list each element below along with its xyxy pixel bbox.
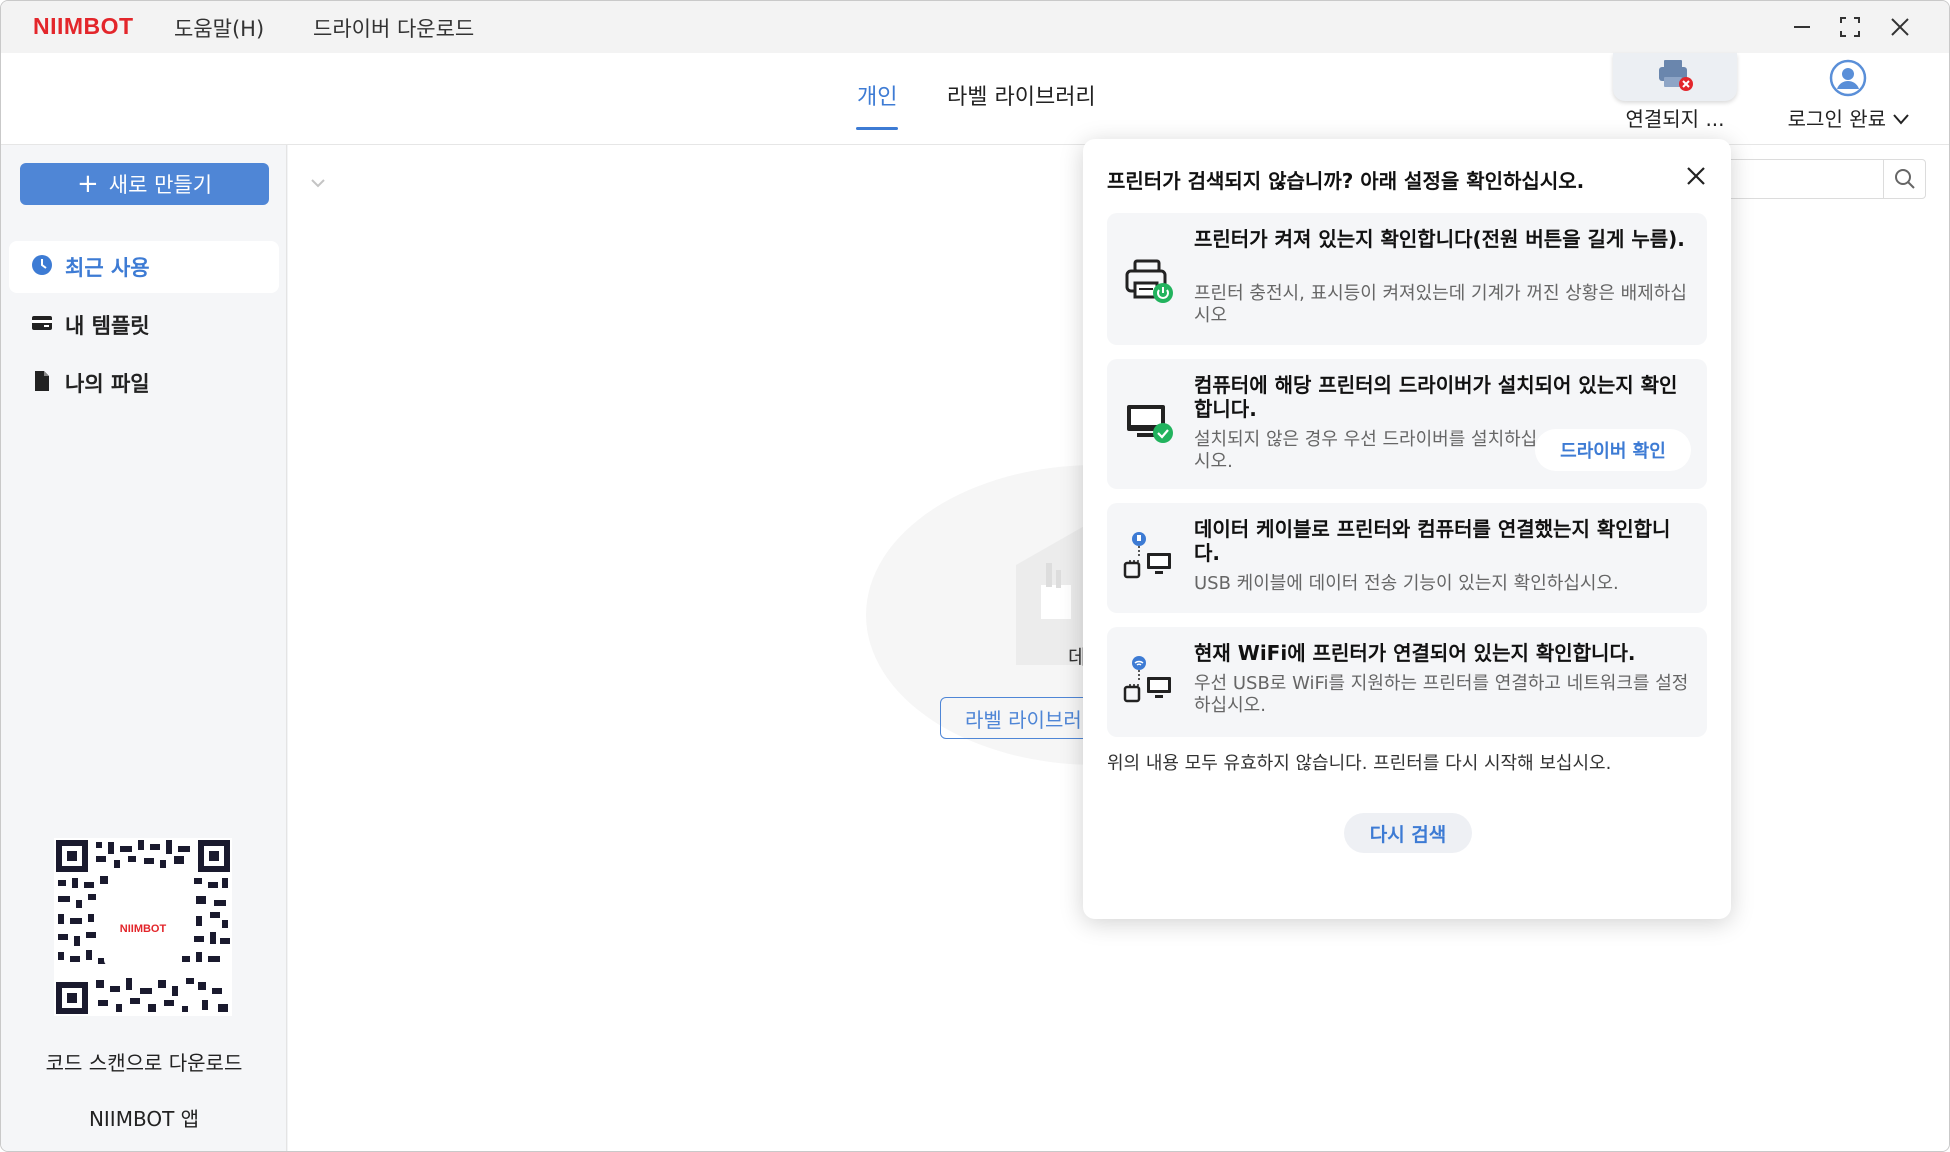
popup-title: 프린터가 검색되지 않습니까? 아래 설정을 확인하십시오.: [1107, 169, 1585, 193]
sidebar-item-files[interactable]: 나의 파일: [9, 357, 279, 409]
card-description: 설치되지 않은 경우 우선 드라이버를 설치하십시오.: [1194, 429, 1538, 472]
check-card-driver: 컴퓨터에 해당 프린터의 드라이버가 설치되어 있는지 확인합니다. 설치되지 …: [1107, 359, 1707, 489]
sidebar-item-recent[interactable]: 최근 사용: [9, 241, 279, 293]
card-description: 우선 USB로 WiFi를 지원하는 프린터를 연결하고 네트워크를 설정하십시…: [1194, 673, 1689, 716]
new-create-label: 새로 만들기: [108, 173, 213, 197]
card-title: 컴퓨터에 해당 프린터의 드라이버가 설치되어 있는지 확인합니다.: [1194, 373, 1678, 421]
qr-code: NIIMBOT: [54, 838, 232, 1016]
sidebar-item-label: 최근 사용: [65, 256, 150, 280]
monitor-check-icon: [1123, 397, 1175, 449]
close-icon[interactable]: [1883, 11, 1917, 43]
printer-disconnected-icon: [1655, 57, 1695, 97]
close-icon[interactable]: [1679, 159, 1713, 193]
usb-connection-icon: [1123, 531, 1175, 583]
chevron-down-icon: [1892, 107, 1910, 131]
card-title: 현재 WiFi에 프린터가 연결되어 있는지 확인합니다.: [1194, 641, 1636, 665]
wallet-icon: [31, 312, 53, 339]
card-description: USB 케이블에 데이터 전송 기능이 있는지 확인하십시오.: [1194, 573, 1619, 594]
chevron-down-icon[interactable]: [310, 173, 326, 194]
app-name-caption: NIIMBOT 앱: [88, 1107, 200, 1131]
wifi-connection-icon: [1123, 655, 1175, 707]
check-card-wifi: 현재 WiFi에 프린터가 연결되어 있는지 확인합니다. 우선 USB로 Wi…: [1107, 627, 1707, 737]
check-card-power: 프린터가 켜져 있는지 확인합니다(전원 버튼을 길게 누름). 프린터 충전시…: [1107, 213, 1707, 345]
tab-label-library[interactable]: 라벨 라이브러리: [947, 79, 1096, 111]
printer-not-found-popup: 프린터가 검색되지 않습니까? 아래 설정을 확인하십시오. 프린터가 켜져 있…: [1083, 139, 1731, 919]
tab-personal[interactable]: 개인: [857, 79, 897, 111]
search-icon[interactable]: [1883, 160, 1925, 198]
printer-connection-status[interactable]: 연결되지 ...: [1613, 53, 1737, 145]
file-icon: [31, 370, 53, 397]
clock-icon: [31, 254, 53, 281]
sidebar-item-label: 내 템플릿: [65, 314, 150, 338]
sidebar-item-label: 나의 파일: [65, 372, 150, 396]
card-title: 데이터 케이블로 프린터와 컴퓨터를 연결했는지 확인합니다.: [1194, 517, 1671, 565]
fullscreen-icon[interactable]: [1833, 11, 1867, 43]
title-bar: NIIMBOT 도움말(H) 드라이버 다운로드: [1, 1, 1949, 53]
printer-status-box[interactable]: [1613, 53, 1737, 101]
card-title: 프린터가 켜져 있는지 확인합니다(전원 버튼을 길게 누름).: [1194, 227, 1685, 251]
retry-search-button[interactable]: 다시 검색: [1344, 813, 1472, 853]
printer-power-icon: [1123, 253, 1175, 305]
app-logo: NIIMBOT: [33, 13, 134, 39]
search-input[interactable]: [1708, 159, 1926, 199]
minimize-icon[interactable]: [1785, 11, 1819, 43]
active-tab-indicator: [856, 127, 898, 130]
app-window: NIIMBOT 도움말(H) 드라이버 다운로드 개인 라벨 라이브러리 연결되…: [0, 0, 1950, 1152]
header: 개인 라벨 라이브러리 연결되지 ... 로그인 완료: [1, 53, 1949, 145]
qr-logo-text: NIIMBOT: [120, 923, 167, 935]
user-avatar-icon[interactable]: [1829, 59, 1867, 101]
new-create-button[interactable]: + 새로 만들기: [20, 163, 269, 205]
check-driver-button[interactable]: 드라이버 확인: [1535, 429, 1691, 471]
card-description: 프린터 충전시, 표시등이 켜져있는데 기계가 꺼진 상황은 배제하십시오: [1194, 283, 1687, 326]
printer-status-label[interactable]: 연결되지 ...: [1613, 103, 1737, 132]
qr-caption: 코드 스캔으로 다운로드: [45, 1051, 243, 1075]
menu-driver-download[interactable]: 드라이버 다운로드: [313, 13, 474, 43]
login-menu[interactable]: 로그인 완료: [1779, 53, 1919, 145]
sidebar-item-templates[interactable]: 내 템플릿: [9, 299, 279, 351]
popup-footer-text: 위의 내용 모두 유효하지 않습니다. 프린터를 다시 시작해 보십시오.: [1107, 753, 1612, 774]
menu-help[interactable]: 도움말(H): [174, 13, 264, 43]
plus-icon: +: [76, 169, 99, 199]
check-card-usb: 데이터 케이블로 프린터와 컴퓨터를 연결했는지 확인합니다. USB 케이블에…: [1107, 503, 1707, 613]
sidebar: + 새로 만들기 최근 사용 내 템플릿 나의 파일 NIIMBOT 코드 스캔…: [1, 145, 287, 1151]
login-label: 로그인 완료: [1787, 107, 1886, 131]
